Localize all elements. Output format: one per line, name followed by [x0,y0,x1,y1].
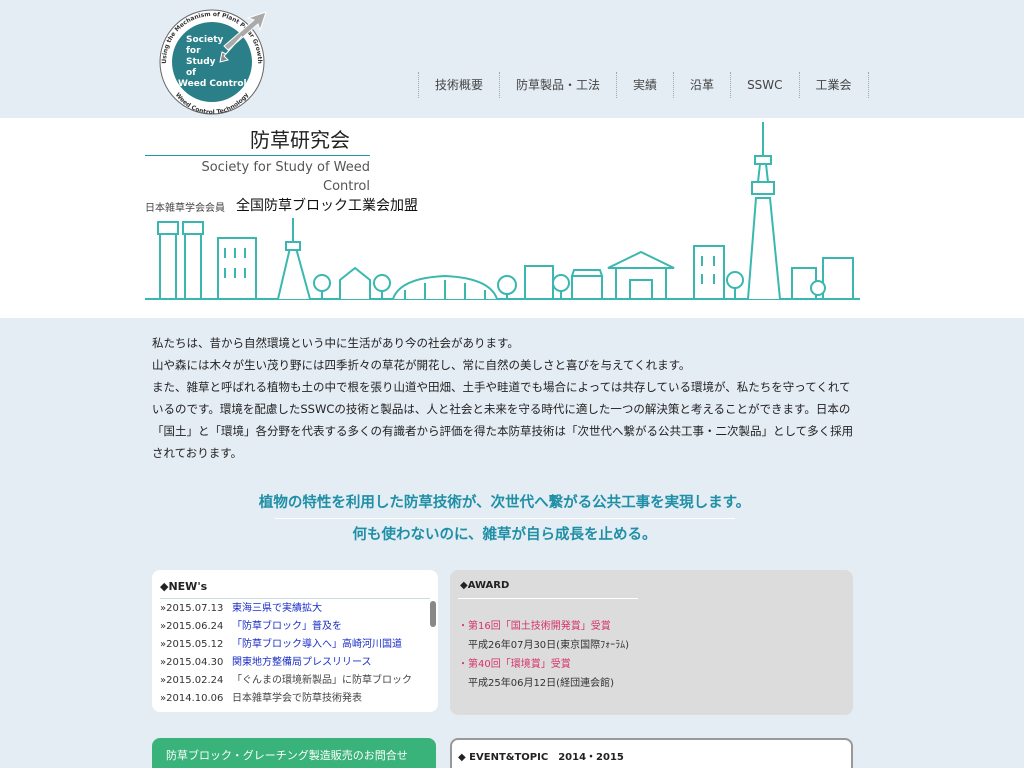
news-date: »2015.02.24 [160,675,224,686]
news-link[interactable]: 日本雑草学会で防草技術発表 [232,693,362,704]
member-label-big: 全国防草ブロック工業会加盟 [236,198,418,214]
event-panel: ◆ EVENT&TOPIC 2014・2015 [450,738,853,768]
header: Using the Mechanism of Plant Polar Growt… [0,0,1024,118]
news-date: »2015.06.24 [160,621,224,632]
news-link[interactable]: 「防草ブロック導入へ」高崎河川国道 [232,639,402,650]
award-date: 平成26年07月30日(東京国際ﾌｫｰﾗﾑ) [468,640,629,651]
news-list[interactable]: »2015.07.13 東海三県で実績拡大 »2015.06.24 「防草ブロック」… [160,598,430,704]
tagline-line-1: 植物の特性を利用した防草技術が、次世代へ繋がる公共工事を実現します。 [258,495,751,511]
news-link[interactable]: 「防草ブロック」普及を [232,621,342,632]
list-item: »2015.06.24 「防草ブロック」普及を [160,618,430,636]
title-underline [145,155,370,156]
event-title: ◆ EVENT&TOPIC 2014・2015 [458,752,624,763]
tagline: 植物の特性を利用した防草技術が、次世代へ繋がる公共工事を実現します。 何も使わな… [152,490,857,546]
logo-line-4: of [186,68,196,78]
award-name[interactable]: ・第16回「国土技術開発賞」受賞 [458,617,611,632]
news-scrollbar[interactable] [430,601,436,627]
contact-label: 防草ブロック・グレーチング製造販売のお問合せ [166,749,408,762]
list-item: »2015.05.12 「防草ブロック導入へ」高崎河川国道 [160,636,430,654]
news-date: »2015.05.12 [160,639,224,650]
news-date: »2014.10.06 [160,693,224,704]
news-title: ◆NEW's [160,580,208,593]
news-link[interactable]: 関東地方整備局プレスリリース [232,657,372,668]
award-title: ◆AWARD [460,580,510,591]
news-date: »2015.04.30 [160,657,224,668]
list-item: »2014.10.06 日本雑草学会で防草技術発表 [160,690,430,704]
news-panel: ◆NEW's »2015.07.13 東海三県で実績拡大 »2015.06.24 「… [152,570,438,712]
intro-paragraph: 私たちは、昔から自然環境という中に生活があり今の社会があります。 山や森には木々… [152,336,854,460]
list-item: »2015.07.13 東海三県で実績拡大 [160,600,430,618]
logo-line-1: Society [186,35,223,45]
news-link[interactable]: 東海三県で実績拡大 [232,603,322,614]
award-name[interactable]: ・第40回「環境賞」受賞 [458,655,571,670]
site-title-jp: 防草研究会 [250,128,350,152]
news-date: »2015.07.13 [160,603,224,614]
nav-item-results[interactable]: 実績 [616,72,673,98]
tagline-divider [274,518,735,519]
logo[interactable]: Using the Mechanism of Plant Polar Growt… [150,8,272,116]
site-title-en: Society for Study of Weed Control [201,160,370,194]
nav-item-association[interactable]: 工業会 [798,72,869,98]
hero-banner: 防草研究会 Society for Study of Weed Control … [0,118,1024,318]
award-panel: ◆AWARD ・第16回「国土技術開発賞」受賞 平成26年07月30日(東京国際… [450,570,853,715]
nav-item-history[interactable]: 沿革 [673,72,730,98]
logo-line-2: for [186,46,201,56]
news-link[interactable]: 「ぐんまの環境新製品」に防草ブロック [232,675,412,686]
logo-line-5: Weed Control [178,79,247,89]
nav-item-products[interactable]: 防草製品・工法 [499,72,616,98]
city-skyline-illustration [145,122,860,300]
tagline-line-2: 何も使わないのに、雑草が自ら成長を止める。 [352,527,657,543]
member-label-small: 日本雑草学会会員 [145,203,225,214]
list-item: »2015.02.24 「ぐんまの環境新製品」に防草ブロック [160,672,430,690]
main-nav: 技術概要 防草製品・工法 実績 沿革 SSWC 工業会 [418,72,869,98]
logo-line-3: Study [186,57,216,67]
nav-item-tech-overview[interactable]: 技術概要 [418,72,499,98]
award-divider [458,598,638,599]
award-date: 平成25年06月12日(経団連会館) [468,678,614,689]
list-item: »2015.04.30 関東地方整備局プレスリリース [160,654,430,672]
contact-button[interactable]: 防草ブロック・グレーチング製造販売のお問合せ [152,738,436,768]
nav-item-sswc[interactable]: SSWC [730,72,798,98]
